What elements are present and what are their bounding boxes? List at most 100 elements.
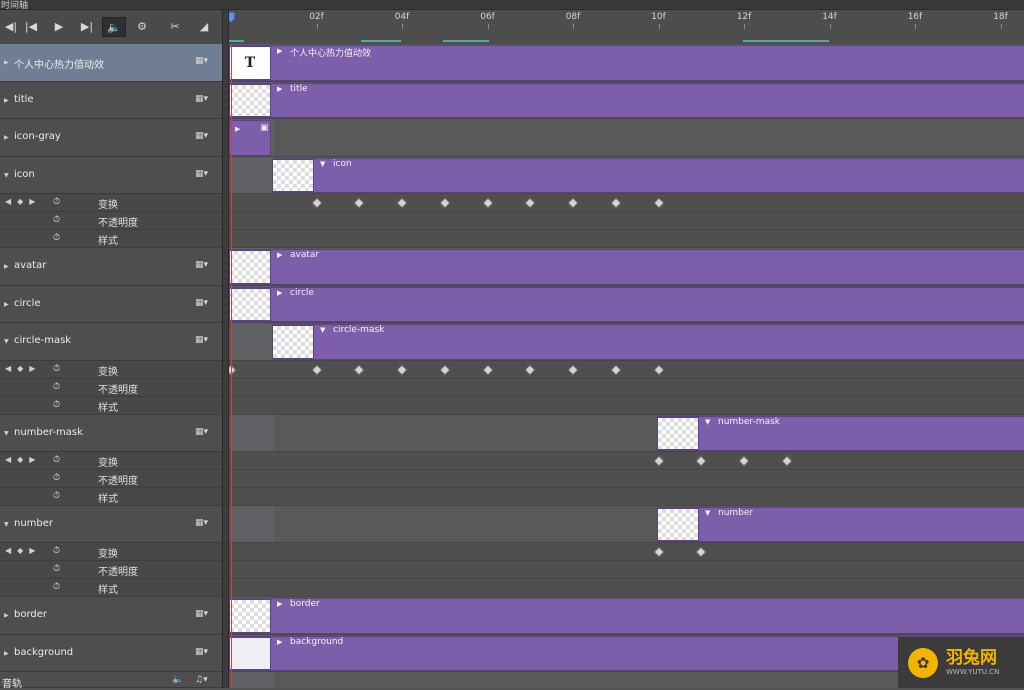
keyframe[interactable]: [310, 197, 323, 209]
clip-arrow-open-icon[interactable]: ▼: [705, 418, 710, 426]
clip-bar[interactable]: [229, 83, 1024, 118]
layer-row[interactable]: ▶ icon-gray ▦▾: [0, 119, 222, 157]
work-area-bar[interactable]: [743, 40, 829, 42]
expand-arrow-open-icon[interactable]: ▼: [4, 338, 9, 345]
film-menu-icon[interactable]: ▦▾: [195, 260, 208, 270]
clip-arrow-open-icon[interactable]: ▼: [320, 160, 325, 168]
keyframe[interactable]: [652, 364, 665, 376]
keyframe[interactable]: [567, 197, 579, 209]
panel-divider[interactable]: [222, 10, 229, 688]
clip-arrow-icon[interactable]: ▶: [277, 47, 282, 55]
layer-row[interactable]: ▶ background ▦▾: [0, 635, 222, 672]
work-area-bar[interactable]: [229, 40, 244, 42]
keyframe[interactable]: [652, 455, 665, 467]
film-menu-icon[interactable]: ▦▾: [195, 427, 208, 437]
film-menu-icon[interactable]: ▦▾: [195, 94, 208, 104]
playhead-marker-icon[interactable]: [229, 11, 236, 24]
expand-arrow-icon[interactable]: ▶: [4, 134, 9, 141]
keyframe[interactable]: [695, 546, 707, 558]
transition-icon[interactable]: ◢: [193, 17, 215, 35]
skip-to-start-icon[interactable]: ◀​|: [0, 17, 22, 35]
property-row[interactable]: ⏱ 不透明度: [0, 561, 222, 579]
keyframe[interactable]: [481, 197, 494, 209]
property-row[interactable]: ⏱ 样式: [0, 579, 222, 597]
keyframe[interactable]: [396, 197, 408, 209]
stopwatch-icon[interactable]: ⏱: [53, 382, 60, 392]
film-menu-icon[interactable]: ▦▾: [195, 131, 208, 141]
clip-bar[interactable]: [229, 249, 1024, 285]
layer-row[interactable]: ▼ number-mask ▦▾: [0, 415, 222, 452]
stopwatch-icon[interactable]: ⏱: [53, 491, 60, 501]
keyframe[interactable]: [396, 364, 408, 376]
property-row[interactable]: ⏱ 样式: [0, 488, 222, 506]
expand-arrow-icon[interactable]: ▶: [4, 263, 9, 270]
keyframe[interactable]: [524, 364, 536, 376]
stopwatch-icon[interactable]: ⏱: [53, 546, 60, 556]
stopwatch-icon[interactable]: ⏱: [53, 400, 60, 410]
clip-play-icon[interactable]: ▶: [235, 125, 240, 133]
clip-bar[interactable]: [229, 598, 1024, 634]
keyframe[interactable]: [524, 197, 536, 209]
keyframe[interactable]: [481, 364, 494, 376]
clip-arrow-open-icon[interactable]: ▼: [705, 509, 710, 517]
keyframe[interactable]: [353, 364, 365, 376]
property-row[interactable]: ◀◆▶ ⏱ 变换: [0, 194, 222, 212]
work-area-bar[interactable]: [443, 40, 489, 42]
keyframe[interactable]: [652, 546, 665, 558]
stopwatch-icon[interactable]: ⏱: [53, 564, 60, 574]
property-row[interactable]: ◀◆▶ ⏱ 变换: [0, 543, 222, 561]
keyframe[interactable]: [695, 455, 707, 467]
clip-bar[interactable]: [272, 158, 1024, 193]
keyframe[interactable]: [738, 455, 750, 467]
clip-end-icon[interactable]: ▣: [260, 123, 269, 133]
expand-arrow-open-icon[interactable]: ▼: [4, 521, 9, 528]
keyframe[interactable]: [781, 455, 793, 467]
scissors-icon[interactable]: ✂: [164, 17, 186, 35]
gear-icon[interactable]: ⚙: [131, 17, 153, 35]
film-menu-icon[interactable]: ▦▾: [195, 609, 208, 619]
keyframe[interactable]: [652, 197, 665, 209]
layer-row[interactable]: ▶ border ▦▾: [0, 597, 222, 635]
property-row[interactable]: ⏱ 不透明度: [0, 470, 222, 488]
play-icon[interactable]: ▶: [48, 17, 70, 35]
property-row[interactable]: ⏱ 样式: [0, 397, 222, 415]
layer-row[interactable]: ▶ 个人中心热力值动效 ▦▾: [0, 44, 222, 82]
clip-arrow-icon[interactable]: ▶: [277, 600, 282, 608]
previous-frame-icon[interactable]: |◀: [20, 17, 42, 35]
stopwatch-icon[interactable]: ⏱: [53, 473, 60, 483]
music-note-icon[interactable]: ♫▾: [195, 675, 208, 685]
layer-row[interactable]: ▼ number ▦▾: [0, 506, 222, 543]
expand-arrow-icon[interactable]: ▶: [4, 59, 9, 66]
keyframe[interactable]: [353, 197, 365, 209]
audio-track-row[interactable]: 音轨 🔈 ♫▾: [0, 672, 222, 690]
keyframe-nav-icon[interactable]: ◀◆▶: [5, 364, 41, 373]
keyframe[interactable]: [310, 364, 323, 376]
clip-arrow-icon[interactable]: ▶: [277, 251, 282, 259]
keyframe[interactable]: [567, 364, 579, 376]
property-row[interactable]: ⏱ 样式: [0, 230, 222, 248]
film-menu-icon[interactable]: ▦▾: [195, 298, 208, 308]
keyframe[interactable]: [610, 197, 622, 209]
clip-arrow-open-icon[interactable]: ▼: [320, 326, 325, 334]
stopwatch-icon[interactable]: ⏱: [53, 233, 60, 243]
playhead-line[interactable]: [231, 44, 232, 688]
time-ruler[interactable]: 02f 04f 06f 08f 10f 12f 14f 16f 18f: [229, 10, 1024, 45]
speaker-icon[interactable]: 🔈: [172, 675, 183, 685]
film-menu-icon[interactable]: ▦▾: [195, 518, 208, 528]
layer-row[interactable]: ▶ avatar ▦▾: [0, 248, 222, 286]
expand-arrow-icon[interactable]: ▶: [4, 97, 9, 104]
keyframe-nav-icon[interactable]: ◀◆▶: [5, 455, 41, 464]
clip-bar[interactable]: [657, 416, 1024, 451]
clip-arrow-icon[interactable]: ▶: [277, 85, 282, 93]
film-menu-icon[interactable]: ▦▾: [195, 647, 208, 657]
clip-arrow-icon[interactable]: ▶: [277, 289, 282, 297]
work-area-bar[interactable]: [361, 40, 401, 42]
speaker-icon[interactable]: 🔈: [102, 17, 126, 37]
film-menu-icon[interactable]: ▦▾: [195, 56, 208, 66]
keyframe-nav-icon[interactable]: ◀◆▶: [5, 546, 41, 555]
layer-row[interactable]: ▶ title ▦▾: [0, 82, 222, 119]
stopwatch-icon[interactable]: ⏱: [53, 455, 60, 465]
keyframe[interactable]: [610, 364, 622, 376]
layer-row[interactable]: ▶ circle ▦▾: [0, 286, 222, 323]
clip-bar[interactable]: [229, 287, 1024, 322]
